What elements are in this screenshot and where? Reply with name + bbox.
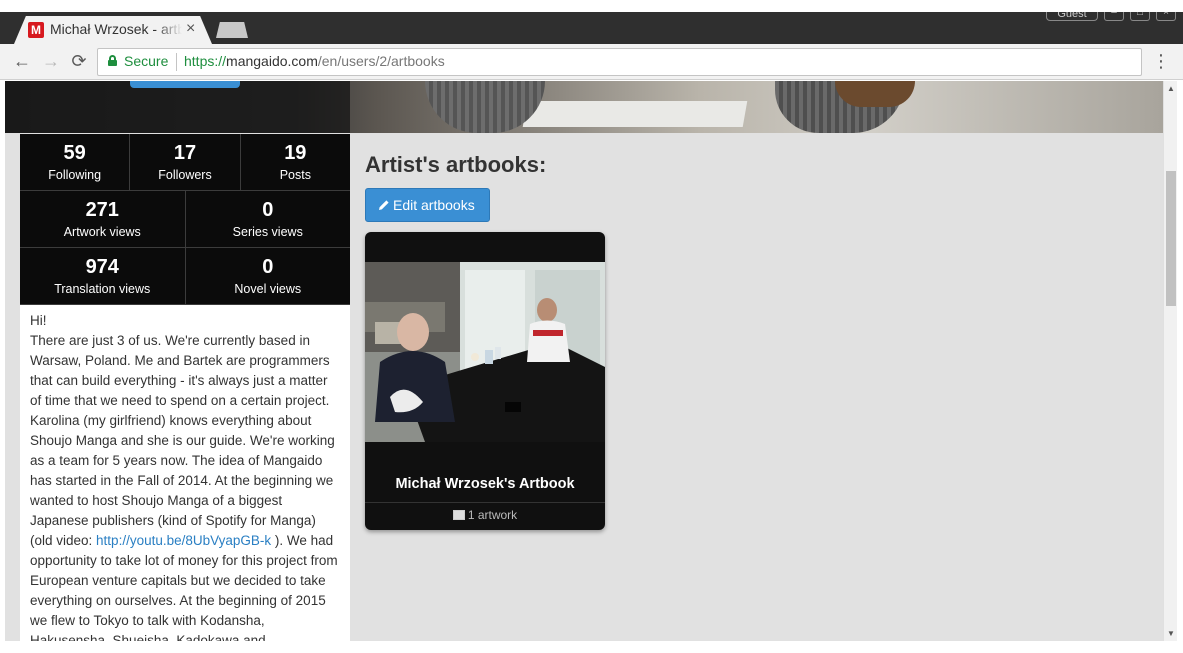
tab-title[interactable]: Michał Wrzosek - artbooks (50, 21, 182, 39)
reload-icon[interactable]: ⟳ (68, 50, 90, 72)
stat-label: Artwork views (63, 225, 141, 239)
stat-label: Translation views (54, 282, 151, 296)
stat-label: Following (48, 168, 102, 182)
follow-button[interactable] (130, 81, 240, 88)
bio-greeting: Hi! (30, 313, 47, 328)
page-title: Artist's artbooks: (365, 152, 547, 177)
image-icon (452, 510, 465, 520)
artbooks-section: Artist's artbooks: Edit artbooks Michał … (365, 151, 605, 530)
guest-profile-button[interactable]: Guest (1046, 12, 1098, 21)
tab-close-icon[interactable]: × (186, 20, 195, 38)
page-scrollbar[interactable]: ▲ ▼ (1163, 81, 1177, 641)
stat-value: 271 (85, 199, 119, 221)
stat-label: Followers (158, 168, 212, 182)
url-host: mangaido.com (226, 53, 318, 69)
mangaido-favicon-icon: M (28, 22, 44, 38)
stat-value: 17 (173, 142, 197, 164)
profile-bio: Hi! There are just 3 of us. We're curren… (20, 305, 350, 641)
artbook-card[interactable]: Michał Wrzosek's Artbook 1 artwork (365, 232, 605, 530)
forward-arrow-icon[interactable]: → (40, 50, 62, 72)
url-scheme: https:// (184, 53, 227, 69)
artbook-meta: 1 artwork (365, 508, 605, 522)
lock-icon (108, 55, 117, 66)
window-close-button[interactable]: × (1156, 12, 1176, 21)
scroll-down-arrow-icon[interactable]: ▼ (1164, 629, 1178, 638)
stat-following[interactable]: 59 Following (20, 134, 131, 190)
profile-cover-image (5, 81, 1163, 133)
browser-menu-icon[interactable]: ⋮ (1152, 50, 1170, 72)
artbook-divider (365, 502, 605, 503)
url-path: /en/users/2/artbooks (317, 53, 445, 69)
stat-label: Posts (279, 168, 311, 182)
stat-translation-views: 974 Translation views (20, 248, 186, 304)
pencil-icon (379, 200, 389, 210)
stat-value: 0 (262, 256, 274, 278)
stat-followers[interactable]: 17 Followers (130, 134, 241, 190)
scroll-thumb[interactable] (1166, 171, 1176, 306)
stat-series-views: 0 Series views (186, 191, 351, 247)
window-bottom-edge (0, 641, 1183, 653)
profile-sidebar: 59 Following 17 Followers 19 Posts 271 A… (20, 134, 350, 641)
back-arrow-icon[interactable]: ← (11, 50, 33, 72)
address-divider (176, 53, 177, 71)
artbook-artwork-count: 1 artwork (467, 508, 518, 522)
scroll-up-arrow-icon[interactable]: ▲ (1164, 84, 1178, 93)
stat-artwork-views: 271 Artwork views (20, 191, 186, 247)
artbook-title[interactable]: Michał Wrzosek's Artbook (365, 476, 605, 492)
page-viewport: 59 Following 17 Followers 19 Posts 271 A… (5, 81, 1163, 641)
edit-artbooks-button[interactable]: Edit artbooks (365, 188, 490, 222)
bio-text-continued: ). We had opportunity to take lot of mon… (30, 533, 338, 641)
window-maximize-button[interactable]: □ (1130, 12, 1150, 21)
stat-novel-views: 0 Novel views (186, 248, 351, 304)
stat-value: 0 (262, 199, 274, 221)
edit-artbooks-label: Edit artbooks (393, 197, 475, 213)
stat-posts[interactable]: 19 Posts (241, 134, 350, 190)
stat-value: 974 (85, 256, 119, 278)
stats-panel: 59 Following 17 Followers 19 Posts 271 A… (20, 134, 350, 305)
window-minimize-button[interactable]: – (1104, 12, 1124, 21)
stat-label: Series views (232, 225, 303, 239)
bio-video-link[interactable]: http://youtu.be/8UbVyapGB-k (96, 533, 271, 548)
stat-value: 19 (284, 142, 307, 164)
url-text[interactable]: https://mangaido.com/en/users/2/artbooks (184, 53, 445, 69)
new-tab-button[interactable] (216, 22, 248, 38)
stat-label: Novel views (234, 282, 302, 296)
artbook-cover-image (365, 262, 605, 442)
bio-text: There are just 3 of us. We're currently … (30, 333, 335, 548)
stat-value: 59 (63, 142, 86, 164)
secure-label: Secure (124, 53, 169, 69)
